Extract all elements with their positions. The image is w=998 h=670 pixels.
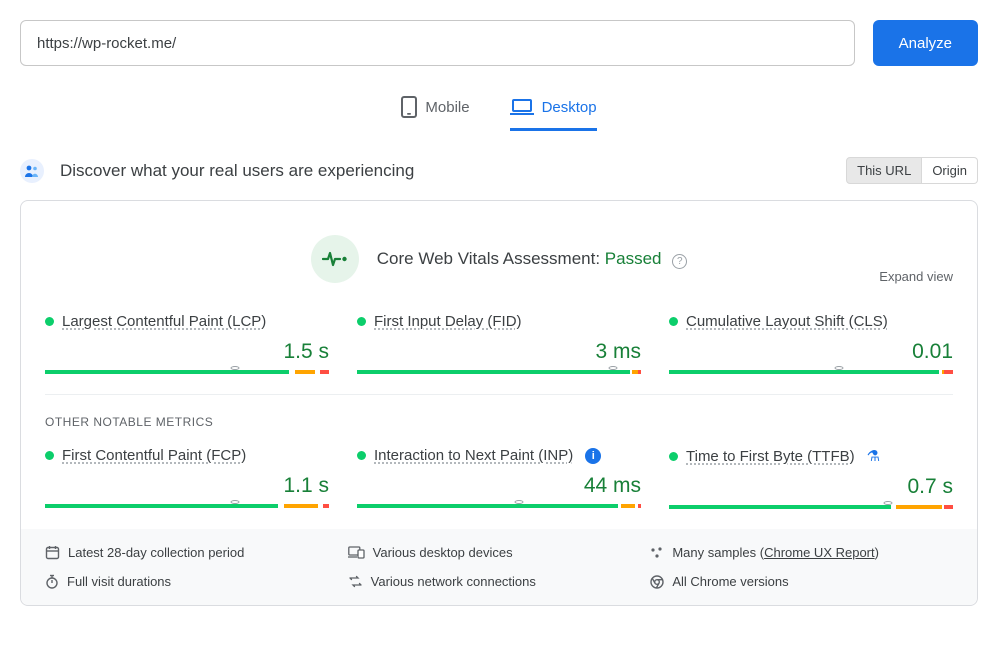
status-dot <box>45 451 54 460</box>
scatter-icon <box>650 546 664 560</box>
device-tabs: Mobile Desktop <box>20 88 978 131</box>
distribution-bar <box>669 505 953 509</box>
footer-durations: Full visit durations <box>45 574 348 589</box>
percentile-marker <box>608 366 617 370</box>
analyze-button[interactable]: Analyze <box>873 20 978 66</box>
tab-mobile-label: Mobile <box>425 99 469 116</box>
laptop-icon <box>510 98 534 116</box>
scope-segmented: This URL Origin <box>846 157 978 184</box>
metric-value: 44 ms <box>357 474 641 498</box>
core-metrics-grid: Largest Contentful Paint (LCP) 1.5 s Firs… <box>21 295 977 394</box>
tab-mobile[interactable]: Mobile <box>401 88 469 131</box>
metric-cls: Cumulative Layout Shift (CLS) 0.01 <box>669 313 953 374</box>
metric-value: 0.01 <box>669 340 953 364</box>
footer-network: Various network connections <box>348 574 651 589</box>
phone-icon <box>401 96 417 118</box>
status-dot <box>669 317 678 326</box>
metric-value: 1.5 s <box>45 340 329 364</box>
metric-fid: First Input Delay (FID) 3 ms <box>357 313 641 374</box>
percentile-marker <box>835 366 844 370</box>
distribution-bar <box>357 504 641 508</box>
percentile-marker <box>514 500 523 504</box>
other-metrics-grid: First Contentful Paint (FCP) 1.1 s Intera… <box>21 429 977 529</box>
assessment-row: Core Web Vitals Assessment: Passed ? Exp… <box>21 201 977 295</box>
metric-ttfb: Time to First Byte (TTFB) ⚗ 0.7 s <box>669 447 953 509</box>
distribution-bar <box>45 504 329 508</box>
footer-browsers: All Chrome versions <box>650 574 953 589</box>
users-icon <box>20 159 44 183</box>
chrome-ux-report-link[interactable]: Chrome UX Report <box>764 545 875 560</box>
assessment-label: Core Web Vitals Assessment: Passed ? <box>377 249 687 269</box>
distribution-bar <box>357 370 641 374</box>
devices-icon <box>348 546 365 559</box>
info-icon[interactable]: i <box>585 448 601 464</box>
vitals-footer: Latest 28-day collection period Various … <box>21 529 977 605</box>
metric-lcp: Largest Contentful Paint (LCP) 1.5 s <box>45 313 329 374</box>
help-icon[interactable]: ? <box>672 254 687 269</box>
discover-row: Discover what your real users are experi… <box>20 157 978 184</box>
metric-name[interactable]: First Input Delay (FID) <box>374 313 522 330</box>
stopwatch-icon <box>45 574 59 589</box>
metric-name[interactable]: Cumulative Layout Shift (CLS) <box>686 313 888 330</box>
metric-value: 3 ms <box>357 340 641 364</box>
url-bar: Analyze <box>20 20 978 66</box>
flask-icon: ⚗ <box>867 447 880 465</box>
expand-view-link[interactable]: Expand view <box>879 269 953 284</box>
metric-name[interactable]: Largest Contentful Paint (LCP) <box>62 313 266 330</box>
metric-inp: Interaction to Next Paint (INP) i 44 ms <box>357 447 641 509</box>
other-metrics-heading: OTHER NOTABLE METRICS <box>21 395 977 429</box>
url-input[interactable] <box>20 20 855 66</box>
metric-name[interactable]: Interaction to Next Paint (INP) <box>374 447 573 464</box>
metric-name[interactable]: Time to First Byte (TTFB) <box>686 448 855 465</box>
calendar-icon <box>45 545 60 560</box>
percentile-marker <box>231 500 240 504</box>
status-dot <box>357 317 366 326</box>
status-dot <box>357 451 366 460</box>
percentile-marker <box>883 501 892 505</box>
pulse-icon <box>311 235 359 283</box>
vitals-card: Core Web Vitals Assessment: Passed ? Exp… <box>20 200 978 606</box>
distribution-bar <box>669 370 953 374</box>
scope-this-url-button[interactable]: This URL <box>846 157 922 184</box>
metric-value: 1.1 s <box>45 474 329 498</box>
tab-desktop-label: Desktop <box>542 99 597 116</box>
metric-name[interactable]: First Contentful Paint (FCP) <box>62 447 246 464</box>
metric-value: 0.7 s <box>669 475 953 499</box>
status-dot <box>45 317 54 326</box>
percentile-marker <box>231 366 240 370</box>
footer-samples: Many samples (Chrome UX Report) <box>650 545 953 560</box>
assessment-status: Passed <box>605 249 662 268</box>
distribution-bar <box>45 370 329 374</box>
scope-origin-button[interactable]: Origin <box>922 157 978 184</box>
network-icon <box>348 575 363 588</box>
footer-devices: Various desktop devices <box>348 545 651 560</box>
tab-desktop[interactable]: Desktop <box>510 88 597 131</box>
chrome-icon <box>650 575 664 589</box>
footer-period: Latest 28-day collection period <box>45 545 348 560</box>
metric-fcp: First Contentful Paint (FCP) 1.1 s <box>45 447 329 509</box>
status-dot <box>669 452 678 461</box>
discover-heading: Discover what your real users are experi… <box>60 161 414 181</box>
